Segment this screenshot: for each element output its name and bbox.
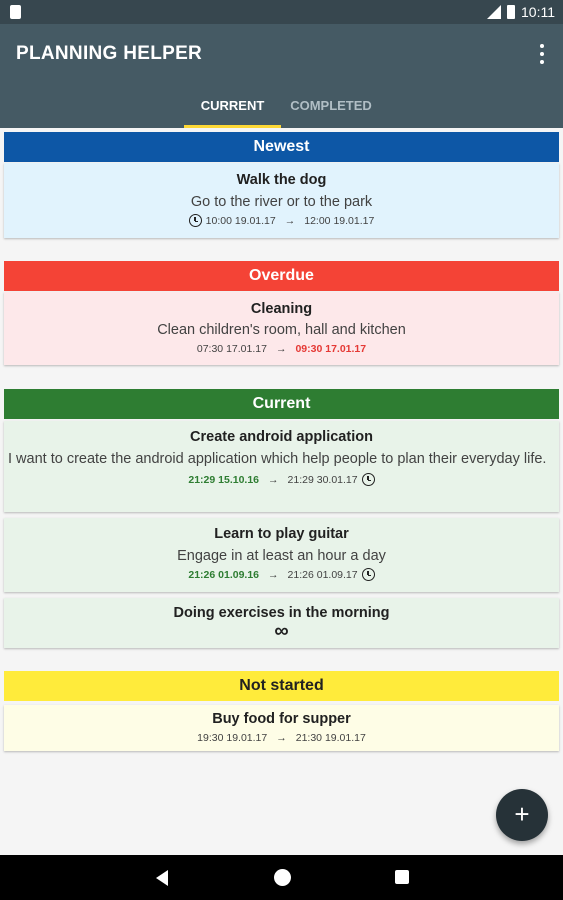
task-end-time: 12:00 19.01.17 <box>304 214 375 227</box>
arrow: → <box>275 343 287 355</box>
task-start-time: 21:29 15.10.16 <box>188 473 260 486</box>
more-vert-icon[interactable] <box>535 42 549 66</box>
arrow: → <box>268 473 279 486</box>
task-title: Cleaning <box>250 301 313 317</box>
task-time: 07:30 17.01.17 → 09:30 17.01.17 <box>4 343 559 355</box>
status-time: 10:11 <box>521 4 555 20</box>
task-description: Engage in at least an hour a day <box>177 548 386 564</box>
task-description: I want to create the android application… <box>8 451 547 467</box>
task-title: Create android application <box>190 429 373 445</box>
task-end-time: 21:26 01.09.17 <box>287 568 358 581</box>
app-bar: PLANNING HELPER <box>0 24 563 84</box>
task-start-time: 19:30 19.01.17 <box>197 732 268 744</box>
tab-current[interactable]: CURRENT <box>184 84 281 128</box>
add-task-button[interactable]: + <box>496 789 548 841</box>
signal-icon <box>487 5 501 19</box>
task-end-time: 09:30 17.01.17 <box>295 343 367 355</box>
task-title: Walk the dog <box>236 172 327 188</box>
recent-apps-icon[interactable] <box>395 870 409 884</box>
section-header-overdue: Overdue <box>4 261 559 291</box>
section-header-not-started: Not started <box>4 671 559 701</box>
section-header-newest: Newest <box>4 132 559 162</box>
task-time: 21:29 15.10.16 → 21:29 30.01.17 <box>4 473 559 486</box>
infinity-icon: ∞ <box>274 620 289 642</box>
task-time: 21:26 01.09.16 → 21:26 01.09.17 <box>4 568 559 581</box>
back-icon[interactable] <box>156 870 168 886</box>
task-description: Clean children's room, hall and kitchen <box>157 322 406 338</box>
task-card[interactable]: Doing exercises in the morning ∞ <box>4 598 559 648</box>
arrow: → <box>276 732 287 744</box>
status-icons: 10:11 <box>487 3 555 21</box>
section-header-current: Current <box>4 389 559 419</box>
task-start-time: 21:26 01.09.16 <box>188 568 260 581</box>
task-title: Learn to play guitar <box>214 526 349 542</box>
add-icon: + <box>514 799 530 829</box>
tab-completed[interactable]: COMPLETED <box>282 84 380 128</box>
notification-icon <box>10 5 21 19</box>
task-start-time: 10:00 19.01.17 <box>205 214 276 227</box>
task-card[interactable]: Buy food for supper 19:30 19.01.17 → 21:… <box>4 705 559 751</box>
alarm-clock-icon <box>188 214 202 227</box>
task-time: 10:00 19.01.17 → 12:00 19.01.17 <box>4 214 559 227</box>
navigation-bar <box>0 855 563 900</box>
task-end-time: 21:30 19.01.17 <box>295 732 366 744</box>
alarm-clock-icon <box>361 568 375 581</box>
app-title: PLANNING HELPER <box>16 43 203 64</box>
task-card[interactable]: Walk the dog Go to the river or to the p… <box>4 163 559 238</box>
task-title: Doing exercises in the morning <box>173 605 390 621</box>
task-description: Go to the river or to the park <box>190 194 373 210</box>
alarm-clock-icon <box>361 473 375 486</box>
home-icon[interactable] <box>274 869 291 886</box>
arrow: → <box>284 214 296 227</box>
battery-icon <box>507 5 515 19</box>
task-card[interactable]: Learn to play guitar Engage in at least … <box>4 518 559 592</box>
task-card[interactable]: Create android application I want to cre… <box>4 421 559 512</box>
task-list[interactable]: Newest Walk the dog Go to the river or t… <box>0 128 563 855</box>
task-time: 19:30 19.01.17 → 21:30 19.01.17 <box>4 732 559 744</box>
tab-bar: CURRENT COMPLETED <box>0 84 563 128</box>
arrow: → <box>268 568 279 581</box>
status-bar: 10:11 <box>0 0 563 24</box>
task-end-time: 21:29 30.01.17 <box>287 473 358 486</box>
task-title: Buy food for supper <box>212 711 351 727</box>
task-card[interactable]: Cleaning Clean children's room, hall and… <box>4 292 559 365</box>
task-start-time: 07:30 17.01.17 <box>196 343 267 355</box>
